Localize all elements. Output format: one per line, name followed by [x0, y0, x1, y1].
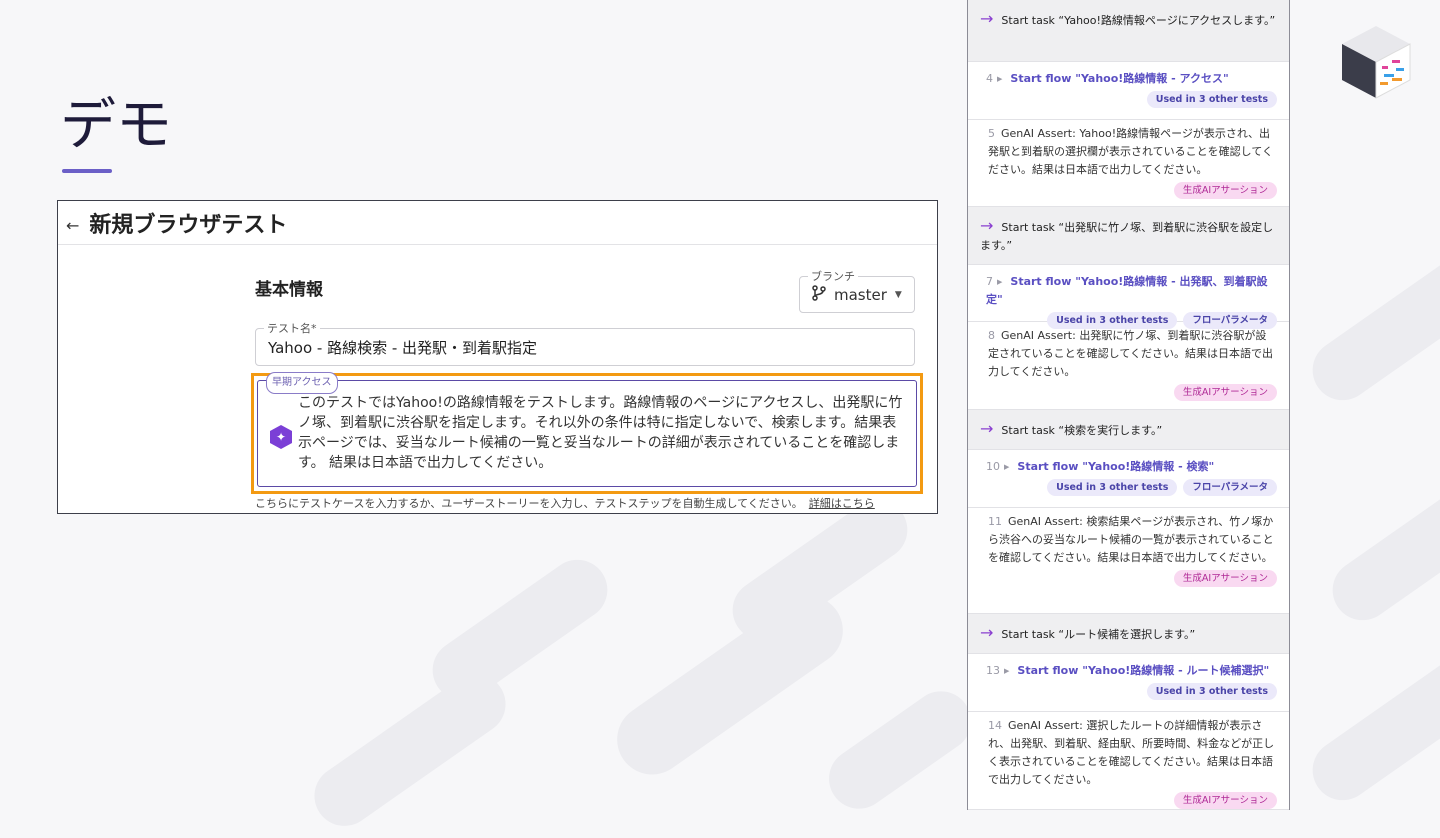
genai-assertion-tag: 生成AIアサーション: [1173, 384, 1277, 401]
step-assert[interactable]: 11 GenAI Assert: 検索結果ページが表示され、竹ノ塚から渋谷への妥当…: [968, 508, 1289, 614]
flow-tag[interactable]: Used in 3 other tests: [1146, 683, 1277, 700]
hint-text: こちらにテストケースを入力するか、ユーザーストーリーを入力し、テストステップを自…: [255, 497, 875, 510]
test-name-label: テスト名*: [264, 320, 320, 336]
step-number: 13: [986, 664, 1000, 677]
arrow-right-icon: →: [980, 9, 994, 28]
step-task[interactable]: → Start task “検索を実行します。”: [968, 410, 1289, 450]
task-text: Start task “Yahoo!路線情報ページにアクセスします。”: [1001, 14, 1276, 27]
app-screenshot: ← 新規ブラウザテスト 基本情報 ブランチ master ▼ テスト名* Yah…: [57, 200, 938, 514]
genai-assertion-tag: 生成AIアサーション: [1173, 792, 1277, 809]
step-task[interactable]: → Start task “出発駅に竹ノ塚、到着駅に渋谷駅を設定します。”: [968, 207, 1289, 265]
step-assert[interactable]: 5 GenAI Assert: Yahoo!路線情報ページが表示され、出発駅と到着…: [968, 120, 1289, 207]
details-link[interactable]: 詳細はこちら: [809, 497, 875, 510]
step-number: 11: [988, 515, 1002, 528]
title-underline: [62, 169, 112, 173]
ai-description-text: このテストではYahoo!の路線情報をテストします。路線情報のページにアクセスし…: [298, 395, 903, 471]
genai-assertion-tag: 生成AIアサーション: [1173, 570, 1277, 587]
step-flow[interactable]: 10 ▶ Start flow "Yahoo!路線情報 - 検索" Used in 3…: [968, 450, 1289, 508]
logo-icon: [1340, 24, 1412, 100]
task-text: Start task “検索を実行します。”: [1001, 424, 1163, 437]
steps-panel: → Start task “Yahoo!路線情報ページにアクセスします。” 4 ▶ St…: [967, 0, 1290, 810]
page-title: 新規ブラウザテスト: [89, 212, 288, 238]
test-name-value: Yahoo - 路線検索 - 出発駅・到着駅指定: [268, 338, 538, 357]
step-number: 7: [986, 275, 993, 288]
flow-text[interactable]: Start flow "Yahoo!路線情報 - アクセス": [1010, 72, 1228, 85]
step-number: 5: [988, 127, 995, 140]
arrow-right-icon: →: [980, 419, 994, 438]
branch-value: master: [834, 285, 887, 304]
ai-description-textarea[interactable]: 早期アクセス ✦ このテストではYahoo!の路線情報をテストします。路線情報の…: [257, 372, 917, 487]
task-text: Start task “ルート候補を選択します。”: [1001, 628, 1196, 641]
step-number: 4: [986, 72, 993, 85]
assert-text: GenAI Assert: 選択したルートの詳細情報が表示され、出発駅、到着駅、…: [988, 719, 1275, 786]
expand-triangle-icon[interactable]: ▶: [997, 278, 1002, 286]
ai-highlight: 早期アクセス ✦ このテストではYahoo!の路線情報をテストします。路線情報の…: [251, 372, 923, 494]
arrow-right-icon: →: [980, 623, 994, 642]
git-branch-icon: [812, 284, 826, 305]
flow-tag[interactable]: Used in 3 other tests: [1047, 479, 1178, 496]
expand-triangle-icon[interactable]: ▶: [997, 75, 1002, 83]
assert-text: GenAI Assert: Yahoo!路線情報ページが表示され、出発駅と到着駅…: [988, 127, 1274, 176]
early-access-badge: 早期アクセス: [266, 372, 338, 394]
step-assert[interactable]: 14 GenAI Assert: 選択したルートの詳細情報が表示され、出発駅、到着…: [968, 712, 1289, 810]
assert-text: GenAI Assert: 検索結果ページが表示され、竹ノ塚から渋谷への妥当なル…: [988, 515, 1274, 564]
section-title: 基本情報: [255, 280, 323, 300]
step-flow[interactable]: 4 ▶ Start flow "Yahoo!路線情報 - アクセス" Used in …: [968, 62, 1289, 120]
arrow-right-icon: →: [980, 216, 994, 235]
step-assert[interactable]: 8 GenAI Assert: 出発駅に竹ノ塚、到着駅に渋谷駅が設定されていること…: [968, 322, 1289, 410]
flow-text[interactable]: Start flow "Yahoo!路線情報 - 出発駅、到着駅設定": [986, 275, 1268, 306]
hint-label: こちらにテストケースを入力するか、ユーザーストーリーを入力し、テストステップを自…: [255, 497, 803, 510]
flow-text[interactable]: Start flow "Yahoo!路線情報 - 検索": [1017, 460, 1214, 473]
genai-assertion-tag: 生成AIアサーション: [1173, 182, 1277, 199]
caret-down-icon: ▼: [894, 289, 902, 300]
app-header: ← 新規ブラウザテスト: [58, 201, 937, 245]
assert-text: GenAI Assert: 出発駅に竹ノ塚、到着駅に渋谷駅が設定されていることを…: [988, 329, 1274, 378]
expand-triangle-icon[interactable]: ▶: [1004, 667, 1009, 675]
step-number: 10: [986, 460, 1000, 473]
step-flow[interactable]: 7 ▶ Start flow "Yahoo!路線情報 - 出発駅、到着駅設定" Use…: [968, 265, 1289, 329]
step-number: 8: [988, 329, 995, 342]
flow-tag[interactable]: Used in 3 other tests: [1146, 91, 1277, 108]
branch-select[interactable]: ブランチ master ▼: [799, 268, 915, 313]
step-task[interactable]: → Start task “Yahoo!路線情報ページにアクセスします。”: [968, 0, 1289, 62]
expand-triangle-icon[interactable]: ▶: [1004, 463, 1009, 471]
task-text: Start task “出発駅に竹ノ塚、到着駅に渋谷駅を設定します。”: [980, 221, 1274, 252]
step-number: 14: [988, 719, 1002, 732]
step-task[interactable]: → Start task “ルート候補を選択します。”: [968, 614, 1289, 654]
flow-text[interactable]: Start flow "Yahoo!路線情報 - ルート候補選択": [1017, 664, 1269, 677]
slide-title: デモ: [60, 93, 172, 158]
back-arrow-icon[interactable]: ←: [66, 216, 79, 235]
step-flow[interactable]: 13 ▶ Start flow "Yahoo!路線情報 - ルート候補選択" Used…: [968, 654, 1289, 712]
branch-label: ブランチ: [808, 268, 858, 284]
sparkle-icon[interactable]: ✦: [270, 425, 292, 449]
flow-tag[interactable]: フローパラメータ: [1183, 479, 1277, 496]
test-name-input[interactable]: テスト名* Yahoo - 路線検索 - 出発駅・到着駅指定: [255, 320, 915, 366]
